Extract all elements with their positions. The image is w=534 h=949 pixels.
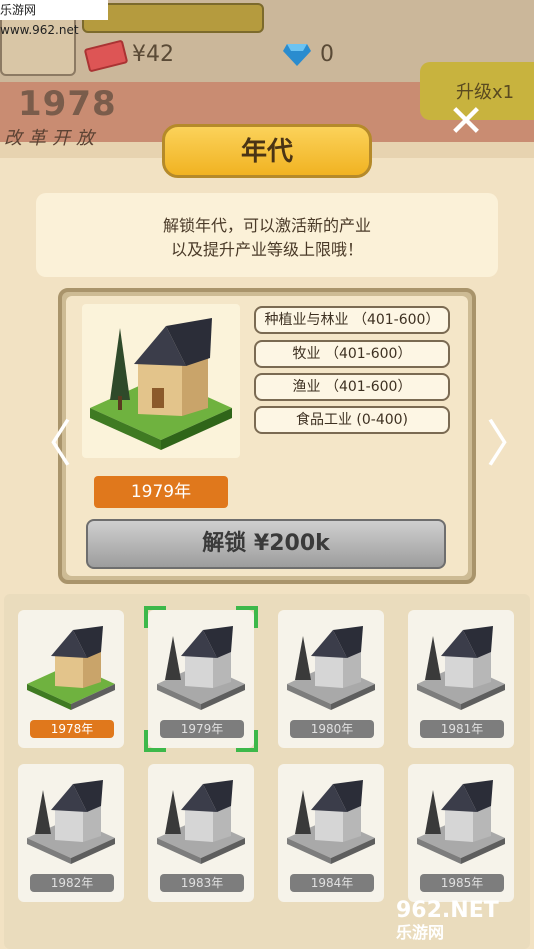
era-card-label: 1981年 (420, 720, 504, 738)
era-card[interactable]: 1983年 (148, 764, 254, 902)
selection-corner (144, 606, 166, 628)
watermark-line2: 乐游网 (396, 923, 445, 942)
money-value: ¥42 (132, 42, 174, 67)
era-card[interactable]: 1982年 (18, 764, 124, 902)
era-house-icon (287, 780, 375, 864)
industry-chip: 渔业 （401-600） (254, 373, 450, 401)
era-house-icon (27, 626, 115, 710)
info-text-line2: 以及提升产业等级上限哦！ (170, 240, 363, 259)
diamond-icon (283, 44, 311, 66)
selected-year-label: 1979年 (94, 476, 228, 508)
era-house-icon (287, 626, 375, 710)
era-card-label: 1985年 (420, 874, 504, 892)
era-card[interactable]: 1985年 (408, 764, 514, 902)
close-button[interactable]: ✕ (444, 100, 488, 144)
era-house-icon (417, 780, 505, 864)
era-house-icon (417, 626, 505, 710)
industry-chip: 食品工业 (0-400) (254, 406, 450, 434)
selection-corner (236, 606, 258, 628)
era-card-label: 1979年 (160, 720, 244, 738)
next-era-arrow-icon[interactable]: 〉 (486, 404, 534, 476)
house-illustration (90, 318, 232, 450)
current-year: 1978 (18, 84, 117, 124)
industry-chip: 种植业与林业 （401-600） (254, 306, 450, 334)
selection-corner (236, 730, 258, 752)
era-house-icon (157, 626, 245, 710)
era-card-label: 1978年 (30, 720, 114, 738)
era-house-icon (27, 780, 115, 864)
selection-corner (144, 730, 166, 752)
prev-era-arrow-icon[interactable]: 〈 (22, 404, 72, 476)
era-card-label: 1984年 (290, 874, 374, 892)
era-name: 改革开放 (4, 128, 100, 149)
watermark-line1: 962.NET (396, 898, 499, 923)
watermark-top-left: 乐游网 www.962.net (0, 0, 108, 37)
player-name-bar (82, 3, 264, 33)
era-house-icon (157, 780, 245, 864)
era-card-label: 1983年 (160, 874, 244, 892)
era-card[interactable]: 1981年 (408, 610, 514, 748)
dialog-title: 年代 (240, 137, 293, 167)
gem-value: 0 (320, 42, 334, 67)
info-text-line1: 解锁年代，可以激活新的产业 (162, 216, 371, 235)
era-card[interactable]: 1978年 (18, 610, 124, 748)
watermark-bottom-right: 962.NET 乐游网 (396, 900, 532, 948)
industry-chip: 牧业 （401-600） (254, 340, 450, 368)
unlock-button[interactable]: 解锁 ¥200k (86, 519, 446, 569)
era-card-label: 1982年 (30, 874, 114, 892)
era-preview (82, 304, 240, 458)
era-card[interactable]: 1984年 (278, 764, 384, 902)
era-card[interactable]: 1980年 (278, 610, 384, 748)
era-card-label: 1980年 (290, 720, 374, 738)
era-card[interactable]: 1979年 (144, 606, 258, 752)
